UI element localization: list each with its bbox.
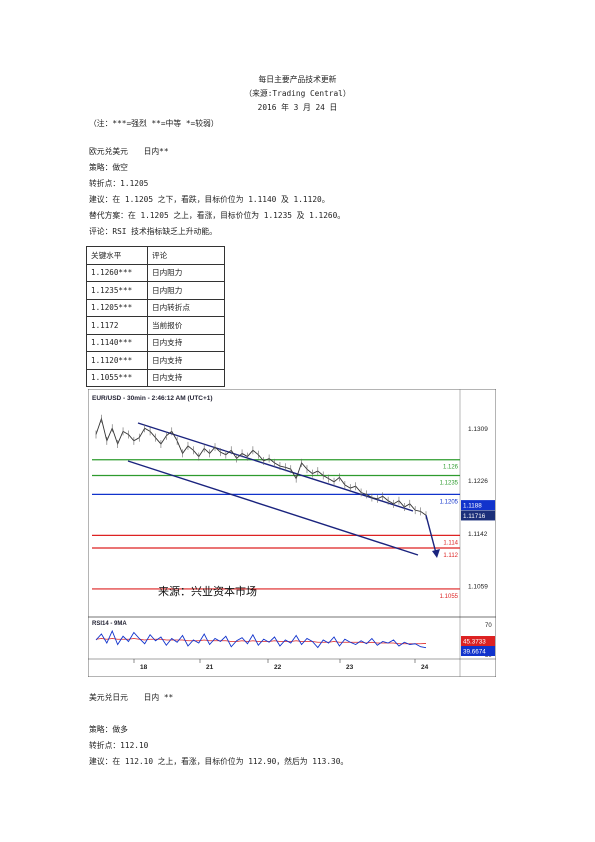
level-label: 1.114 — [443, 540, 458, 546]
document-title: 每日主要产品技术更新 — [258, 75, 337, 84]
table-cell: 日内转折点 — [147, 298, 225, 317]
section2-pair: 美元兑日元 日内 ** — [89, 693, 174, 702]
price-badge-label: 1.11716 — [463, 513, 486, 520]
x-tick-label: 24 — [421, 664, 429, 671]
section1-advice: 建议：在 1.1205 之下，看跌，目标价位为 1.1140 及 1.1120。 — [89, 195, 330, 204]
y-tick-label: 1.1142 — [468, 531, 488, 538]
section2-strategy: 策略：做多 — [89, 725, 128, 734]
section1-pair: 欧元兑美元 日内** — [89, 147, 169, 156]
table-header-row: 关键水平 评论 — [86, 246, 225, 265]
table-cell: 日内阻力 — [147, 281, 225, 300]
date-line: 2016 年 3 月 24 日 — [257, 103, 338, 112]
level-label: 1.1055 — [440, 594, 459, 600]
x-tick-label: 18 — [140, 664, 148, 671]
table-cell: 日内阻力 — [147, 263, 225, 282]
table-cell: 1.1260*** — [86, 263, 148, 282]
table-header-cell: 评论 — [147, 246, 225, 265]
document-page: 每日主要产品技术更新 （来源:Trading Central） 2016 年 3… — [0, 0, 595, 842]
table-row: 1.1260*** 日内阻力 — [86, 263, 225, 282]
table-cell: 1.1055*** — [86, 368, 148, 387]
eurusd-chart: 1.126 1.1235 1.1205 1.114 1.112 1.1055 EUR/US… — [88, 389, 496, 677]
section1-alternative: 替代方案：在 1.1205 之上，看涨，目标价位为 1.1235 及 1.126… — [89, 211, 346, 220]
section1-pivot: 转折点：1.1205 — [89, 179, 149, 188]
table-row: 1.1120*** 日内支持 — [86, 351, 225, 370]
level-label: 1.1205 — [440, 499, 459, 505]
key-levels-table: 关键水平 评论 1.1260*** 日内阻力 1.1235*** 日内阻力 1.… — [86, 246, 225, 387]
table-cell: 1.1235*** — [86, 281, 148, 300]
x-tick-label: 21 — [206, 664, 214, 671]
section2-pivot: 转折点：112.10 — [89, 741, 149, 750]
table-header-cell: 关键水平 — [86, 246, 148, 265]
table-row: 1.1140*** 日内支持 — [86, 333, 225, 352]
table-row: 1.1205*** 日内转折点 — [86, 298, 225, 317]
section2-advice: 建议：在 112.10 之上，看涨，目标价位为 112.90，然后为 113.3… — [89, 757, 349, 766]
rating-note: （注：***=强烈 **=中等 *=较弱） — [89, 119, 219, 128]
level-label: 1.1235 — [440, 480, 459, 486]
section1-comment: 评论：RSI 技术指标缺乏上升动能。 — [89, 227, 217, 236]
level-label: 1.112 — [443, 553, 458, 559]
table-cell: 1.1205*** — [86, 298, 148, 317]
table-row: 1.1172 当前报价 — [86, 316, 225, 335]
table-cell: 1.1172 — [86, 316, 148, 335]
rsi-title: RSI14 - 9MA — [92, 621, 127, 627]
x-tick-label: 22 — [274, 664, 282, 671]
table-row: 1.1235*** 日内阻力 — [86, 281, 225, 300]
table-cell: 日内支持 — [147, 333, 225, 352]
level-label: 1.126 — [443, 465, 459, 471]
x-tick-label: 23 — [346, 664, 354, 671]
rsi-badge-label: 39.6674 — [463, 649, 486, 656]
watermark-text: 来源：兴业资本市场 — [158, 584, 257, 598]
table-cell: 日内支持 — [147, 351, 225, 370]
source-line: （来源:Trading Central） — [244, 89, 351, 98]
table-row: 1.1055*** 日内支持 — [86, 368, 225, 387]
table-cell: 1.1140*** — [86, 333, 148, 352]
y-tick-label: 1.1226 — [468, 478, 488, 485]
y-tick-label: 1.1059 — [468, 583, 488, 590]
table-cell: 1.1120*** — [86, 351, 148, 370]
section1-strategy: 策略：做空 — [89, 163, 128, 172]
rsi-tick-label: 70 — [485, 623, 492, 629]
price-badge-label: 1.1188 — [463, 503, 482, 510]
table-cell: 日内支持 — [147, 368, 225, 387]
table-cell: 当前报价 — [147, 316, 225, 335]
chart-title: EUR/USD - 30min - 2:46:12 AM (UTC+1) — [92, 395, 213, 402]
y-tick-label: 1.1309 — [468, 426, 488, 433]
rsi-badge-label: 45.3733 — [463, 639, 486, 646]
